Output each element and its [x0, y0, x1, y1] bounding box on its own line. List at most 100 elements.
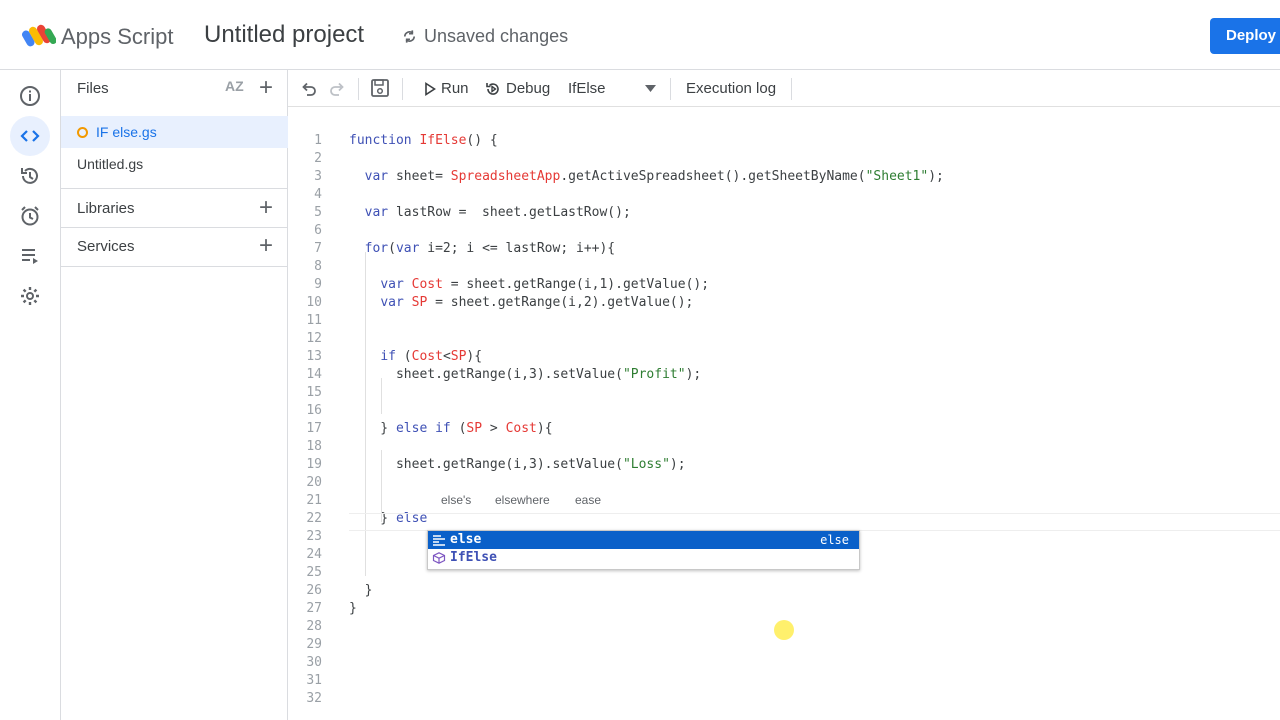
debug-button[interactable]: Debug: [485, 80, 550, 97]
code-line[interactable]: 8: [288, 258, 1280, 276]
code-line[interactable]: 20: [288, 474, 1280, 492]
add-service-plus-icon[interactable]: +: [259, 234, 273, 258]
code-text: }: [349, 601, 357, 616]
execution-log-button[interactable]: Execution log: [686, 80, 776, 97]
code-line[interactable]: 14 sheet.getRange(i,3).setValue("Profit"…: [288, 366, 1280, 384]
run-button[interactable]: Run: [424, 80, 469, 97]
inline-suggestion[interactable]: else's: [441, 493, 471, 507]
code-text: } else if (SP > Cost){: [349, 421, 553, 436]
autocomplete-popup: else else IfElse: [427, 530, 860, 570]
method-cube-icon: [432, 552, 446, 564]
line-number: 4: [314, 187, 322, 202]
executions-icon: [22, 249, 38, 264]
current-line-highlight: [349, 513, 1280, 531]
code-line[interactable]: 9 var Cost = sheet.getRange(i,1).getValu…: [288, 276, 1280, 294]
inline-suggestion[interactable]: elsewhere: [495, 493, 550, 507]
file-name: Untitled.gs: [77, 156, 144, 172]
chevron-down-icon[interactable]: [645, 85, 656, 92]
unsaved-dot-icon: [77, 127, 88, 138]
toolbar-divider: [670, 78, 671, 100]
line-number: 11: [306, 313, 322, 328]
deploy-button[interactable]: Deploy: [1210, 18, 1280, 54]
line-number: 9: [314, 277, 322, 292]
redo-icon[interactable]: [329, 81, 345, 97]
indent-guide: [381, 378, 382, 414]
code-line[interactable]: 3 var sheet= SpreadsheetApp.getActiveSpr…: [288, 168, 1280, 186]
line-number: 10: [306, 295, 322, 310]
play-icon: [425, 81, 436, 96]
code-line[interactable]: 26 }: [288, 582, 1280, 600]
run-label: Run: [441, 80, 469, 97]
divider: [61, 227, 288, 228]
code-line[interactable]: 5 var lastRow = sheet.getLastRow();: [288, 204, 1280, 222]
file-item-if-else[interactable]: IF else.gs: [61, 116, 288, 148]
code-line[interactable]: 2: [288, 150, 1280, 168]
project-title[interactable]: Untitled project: [204, 21, 364, 49]
services-title: Services: [77, 238, 135, 255]
code-line[interactable]: 17 } else if (SP > Cost){: [288, 420, 1280, 438]
code-text: var Cost = sheet.getRange(i,1).getValue(…: [380, 277, 710, 292]
execution-log-label: Execution log: [686, 80, 777, 97]
line-number: 19: [306, 457, 322, 472]
indent-guide: [381, 450, 382, 522]
libraries-title: Libraries: [77, 200, 135, 217]
line-number: 15: [306, 385, 322, 400]
code-line[interactable]: 18: [288, 438, 1280, 456]
files-panel: Files AZ + IF else.gs Untitled.gs Librar…: [61, 70, 288, 720]
editor-toolbar: Run Debug IfElse Execution log: [288, 70, 1280, 107]
editor-button[interactable]: [10, 116, 50, 156]
autocomplete-label: else: [450, 532, 482, 547]
keyword-snippet-icon: [433, 535, 445, 546]
code-line[interactable]: 10 var SP = sheet.getRange(i,2).getValue…: [288, 294, 1280, 312]
line-number: 30: [306, 655, 322, 670]
code-text: for(var i=2; i <= lastRow; i++){: [364, 241, 616, 256]
line-number: 1: [314, 133, 322, 148]
code-line[interactable]: 15: [288, 384, 1280, 402]
code-line[interactable]: 16: [288, 402, 1280, 420]
add-library-plus-icon[interactable]: +: [259, 196, 273, 220]
code-line[interactable]: 32: [288, 690, 1280, 708]
code-line[interactable]: 12: [288, 330, 1280, 348]
line-number: 18: [306, 439, 322, 454]
app-name[interactable]: Apps Script: [61, 24, 174, 50]
code-line[interactable]: 4: [288, 186, 1280, 204]
code-text: if (Cost<SP){: [380, 349, 483, 364]
executions-button[interactable]: [10, 236, 50, 276]
save-icon[interactable]: [370, 78, 390, 98]
code-line[interactable]: 30: [288, 654, 1280, 672]
line-number: 20: [306, 475, 322, 490]
autocomplete-item[interactable]: else else: [428, 531, 859, 549]
autocomplete-item[interactable]: IfElse: [428, 549, 859, 567]
overview-button[interactable]: [10, 76, 50, 116]
code-text: var lastRow = sheet.getLastRow();: [364, 205, 631, 220]
code-line[interactable]: 11: [288, 312, 1280, 330]
triggers-button[interactable]: [10, 196, 50, 236]
code-line[interactable]: 31: [288, 672, 1280, 690]
code-line[interactable]: 13 if (Cost<SP){: [288, 348, 1280, 366]
code-line[interactable]: 21: [288, 492, 1280, 510]
function-select-value: IfElse: [568, 80, 606, 97]
alarm-icon: [21, 206, 39, 226]
settings-button[interactable]: [10, 276, 50, 316]
code-line[interactable]: 1 function IfElse() {: [288, 132, 1280, 150]
history-button[interactable]: [10, 156, 50, 196]
line-number: 22: [306, 511, 322, 526]
code-line[interactable]: 19 sheet.getRange(i,3).setValue("Loss");: [288, 456, 1280, 474]
autocomplete-hint: else: [820, 533, 849, 547]
file-item-untitled[interactable]: Untitled.gs: [61, 148, 288, 180]
code-line[interactable]: 7 for(var i=2; i <= lastRow; i++){: [288, 240, 1280, 258]
undo-icon[interactable]: [301, 81, 317, 97]
code-line[interactable]: 6: [288, 222, 1280, 240]
code-line[interactable]: 27}: [288, 600, 1280, 618]
sort-az-icon[interactable]: AZ: [225, 78, 244, 94]
sync-icon: [403, 30, 416, 43]
function-select[interactable]: IfElse: [568, 80, 606, 97]
line-number: 29: [306, 637, 322, 652]
line-number: 27: [306, 601, 322, 616]
top-bar: Apps Script Untitled project Unsaved cha…: [0, 0, 1280, 70]
add-file-plus-icon[interactable]: +: [259, 76, 273, 100]
autocomplete-label: IfElse: [450, 550, 497, 565]
code-editor[interactable]: 32 31 30 29 28 27} 26 } 25 24 23 22 } else 21 20 19 s…: [288, 108, 1280, 720]
toolbar-divider: [402, 78, 403, 100]
inline-suggestion[interactable]: ease: [575, 493, 601, 507]
